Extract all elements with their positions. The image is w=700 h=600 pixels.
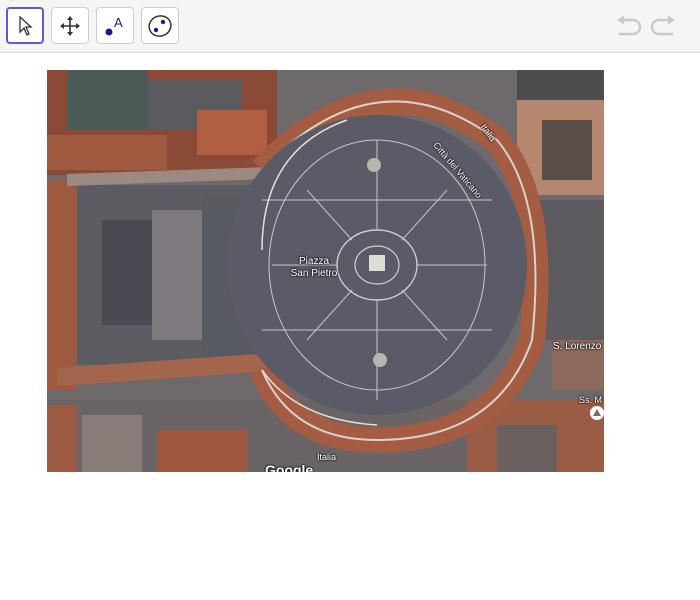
move-tool-button[interactable]	[6, 7, 44, 44]
redo-icon	[650, 15, 675, 36]
point-label-icon: A	[105, 15, 123, 35]
italia-bottom-label: Italia	[317, 452, 337, 462]
undo-button[interactable]	[612, 12, 644, 40]
aerial-map-image: Piazza San Pietro Città del Vaticano Ita…	[47, 70, 604, 472]
arrow-cursor-icon	[19, 15, 33, 36]
s-lorenzo-label: S. Lorenzo	[553, 341, 602, 352]
redo-button[interactable]	[648, 12, 680, 40]
tool-label-a: A	[114, 15, 123, 30]
piazza-san-pietro-label: Piazza San Pietro	[290, 256, 338, 279]
move-graphics-view-button[interactable]	[51, 7, 89, 44]
toolbar: A	[0, 0, 700, 53]
ellipse-icon	[148, 14, 172, 37]
ellipse-tool-button[interactable]	[141, 7, 179, 44]
four-arrows-icon	[60, 15, 80, 36]
undo-icon	[617, 15, 642, 36]
ss-m-label: Ss. M	[579, 395, 603, 405]
google-watermark: Google	[265, 462, 314, 472]
text-tool-button[interactable]: A	[96, 7, 134, 44]
